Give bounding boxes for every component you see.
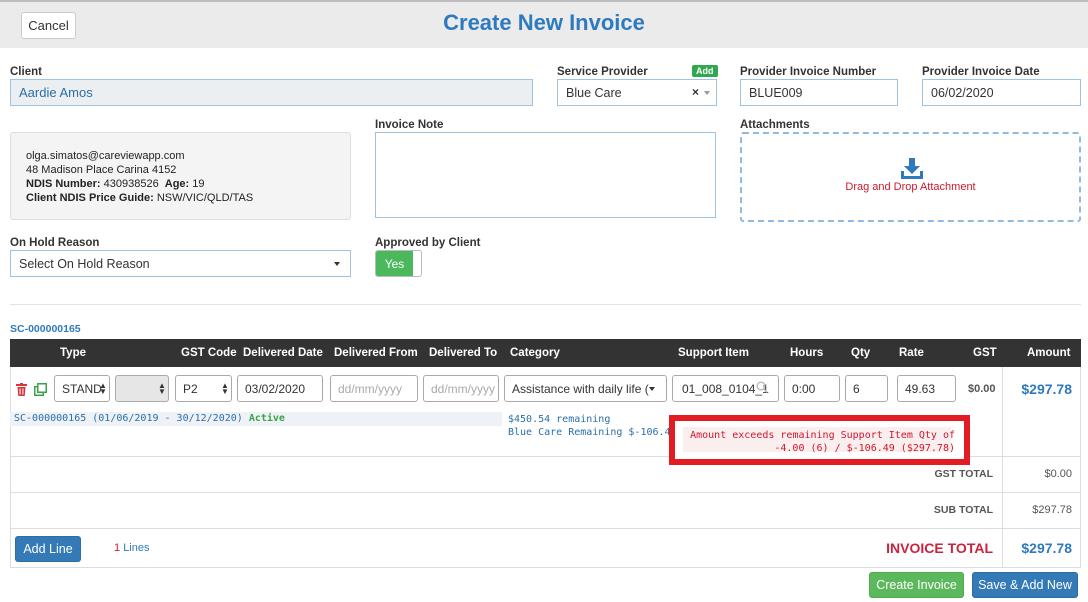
updown-icon: ▲ ▼ bbox=[99, 381, 107, 396]
chevron-down-icon bbox=[704, 91, 710, 95]
on-hold-select[interactable]: Select On Hold Reason bbox=[10, 250, 351, 277]
age-label: Age: bbox=[164, 178, 190, 190]
service-provider-value: Blue Care bbox=[566, 85, 622, 100]
th-hours: Hours bbox=[790, 347, 824, 359]
invoice-total-label: INVOICE TOTAL bbox=[886, 540, 993, 556]
contract-line: SC-000000165 (01/06/2019 - 30/12/2020) A… bbox=[14, 413, 285, 424]
th-gst-code: GST Code bbox=[181, 347, 237, 359]
th-rate: Rate bbox=[899, 347, 924, 359]
blank-select[interactable]: ▲ ▼ bbox=[115, 375, 169, 402]
invoice-note-textarea[interactable] bbox=[375, 132, 716, 218]
clear-icon[interactable]: × bbox=[692, 85, 699, 99]
service-provider-label: Service Provider bbox=[557, 66, 648, 78]
th-support-item: Support Item bbox=[678, 347, 749, 359]
category-select[interactable]: Assistance with daily life ( bbox=[504, 375, 667, 402]
save-and-add-new-button[interactable]: Save & Add New bbox=[972, 572, 1078, 598]
chevron-down-icon bbox=[649, 387, 655, 391]
trash-icon[interactable] bbox=[16, 383, 27, 396]
hours-input[interactable]: 0:00 bbox=[784, 375, 840, 402]
delivered-date-input[interactable]: 03/02/2020 bbox=[237, 375, 323, 402]
page-title: Create New Invoice bbox=[443, 10, 645, 35]
client-label: Client bbox=[10, 66, 42, 78]
category-value: Assistance with daily life ( bbox=[512, 381, 649, 396]
provider-remaining: Blue Care Remaining $-106.49 bbox=[508, 427, 677, 438]
invoice-number-input[interactable]: BLUE009 bbox=[740, 79, 898, 106]
error-line-1: Amount exceeds remaining Support Item Qt… bbox=[690, 430, 955, 441]
add-provider-button[interactable]: Add bbox=[692, 65, 718, 77]
invoice-number-label: Provider Invoice Number bbox=[740, 66, 877, 78]
th-qty: Qty bbox=[851, 347, 871, 359]
age-value: 19 bbox=[192, 178, 205, 190]
on-hold-value: Select On Hold Reason bbox=[19, 256, 150, 271]
th-amount: Amount bbox=[1027, 347, 1071, 359]
th-delivered-from: Delivered From bbox=[334, 347, 418, 359]
th-delivered-date: Delivered Date bbox=[243, 347, 323, 359]
divider bbox=[10, 304, 1081, 305]
lines-count-label: Lines bbox=[123, 542, 150, 554]
row-divider bbox=[10, 492, 1081, 493]
type-value: STAND bbox=[62, 381, 102, 396]
price-guide-label: Client NDIS Price Guide: bbox=[26, 192, 154, 204]
ndis-number-value: 430938526 bbox=[103, 178, 159, 190]
approved-toggle-on: Yes bbox=[376, 251, 413, 276]
sub-total-label: SUB TOTAL bbox=[933, 504, 993, 516]
qty-input[interactable]: 6 bbox=[845, 375, 888, 402]
error-line-2: -4.00 (6) / $-106.49 ($297.78) bbox=[774, 443, 955, 454]
client-email: olga.simatos@careviewapp.com bbox=[26, 150, 185, 162]
client-address: 48 Madison Place Carina 4152 bbox=[26, 164, 177, 176]
create-invoice-button[interactable]: Create Invoice bbox=[869, 572, 964, 598]
invoice-note-label: Invoice Note bbox=[375, 119, 444, 131]
approved-label: Approved by Client bbox=[375, 237, 481, 249]
service-contract-link[interactable]: SC-000000165 bbox=[10, 323, 81, 335]
invoice-date-input[interactable]: 06/02/2020 bbox=[922, 79, 1081, 106]
delivered-to-input[interactable]: dd/mm/yyyy bbox=[423, 375, 499, 402]
invoice-total-value: $297.78 bbox=[1021, 540, 1072, 556]
dropzone-text: Drag and Drop Attachment bbox=[845, 181, 976, 193]
contract-range: SC-000000165 (01/06/2019 - 30/12/2020) bbox=[14, 413, 243, 424]
client-field[interactable]: Aardie Amos bbox=[10, 79, 533, 106]
download-tray-icon bbox=[901, 158, 923, 179]
gst-total-value: $0.00 bbox=[1044, 468, 1072, 480]
on-hold-label: On Hold Reason bbox=[10, 237, 100, 249]
attachment-dropzone[interactable]: Drag and Drop Attachment bbox=[740, 132, 1081, 222]
gst-total-label: GST TOTAL bbox=[934, 468, 993, 480]
error-highlight-box: Amount exceeds remaining Support Item Qt… bbox=[669, 415, 970, 465]
gst-code-select[interactable]: P2 ▲ ▼ bbox=[175, 375, 232, 402]
delivered-from-input[interactable]: dd/mm/yyyy bbox=[330, 375, 418, 402]
lines-count: 1 Lines bbox=[114, 542, 149, 554]
error-message: Amount exceeds remaining Support Item Qt… bbox=[690, 429, 955, 455]
updown-icon: ▲ ▼ bbox=[158, 381, 166, 396]
rate-input[interactable]: 49.63 bbox=[897, 375, 956, 402]
search-icon[interactable] bbox=[756, 381, 768, 394]
th-type: Type bbox=[60, 347, 86, 359]
type-select[interactable]: STAND ▲ ▼ bbox=[54, 375, 110, 402]
category-remaining: $450.54 remaining bbox=[508, 414, 611, 425]
updown-icon: ▲ ▼ bbox=[221, 381, 229, 396]
lines-count-number: 1 bbox=[114, 542, 121, 554]
gst-code-value: P2 bbox=[183, 381, 198, 396]
client-ndis-row: NDIS Number: 430938526 Age: 19 bbox=[26, 177, 335, 191]
contract-status: Active bbox=[248, 413, 285, 424]
row-divider bbox=[10, 528, 1081, 529]
copy-icon[interactable] bbox=[34, 383, 47, 396]
chevron-down-icon bbox=[334, 262, 340, 266]
approved-toggle[interactable]: Yes bbox=[375, 250, 422, 277]
client-info-box: olga.simatos@careviewapp.com 48 Madison … bbox=[10, 132, 351, 220]
ndis-number-label: NDIS Number: bbox=[26, 178, 101, 190]
th-delivered-to: Delivered To bbox=[429, 347, 498, 359]
price-guide-value: NSW/VIC/QLD/TAS bbox=[156, 192, 254, 204]
sub-total-value: $297.78 bbox=[1032, 504, 1072, 516]
remaining-info: $450.54 remaining Blue Care Remaining $-… bbox=[508, 413, 677, 439]
row-gst-value: $0.00 bbox=[968, 383, 996, 395]
th-category: Category bbox=[510, 347, 560, 359]
th-gst: GST bbox=[973, 347, 997, 359]
attachments-label: Attachments bbox=[740, 119, 810, 131]
row-amount-value: $297.78 bbox=[1021, 381, 1072, 397]
invoice-date-label: Provider Invoice Date bbox=[922, 66, 1040, 78]
price-guide-row: Client NDIS Price Guide: NSW/VIC/QLD/TAS bbox=[26, 191, 335, 205]
add-line-button[interactable]: Add Line bbox=[15, 536, 81, 562]
